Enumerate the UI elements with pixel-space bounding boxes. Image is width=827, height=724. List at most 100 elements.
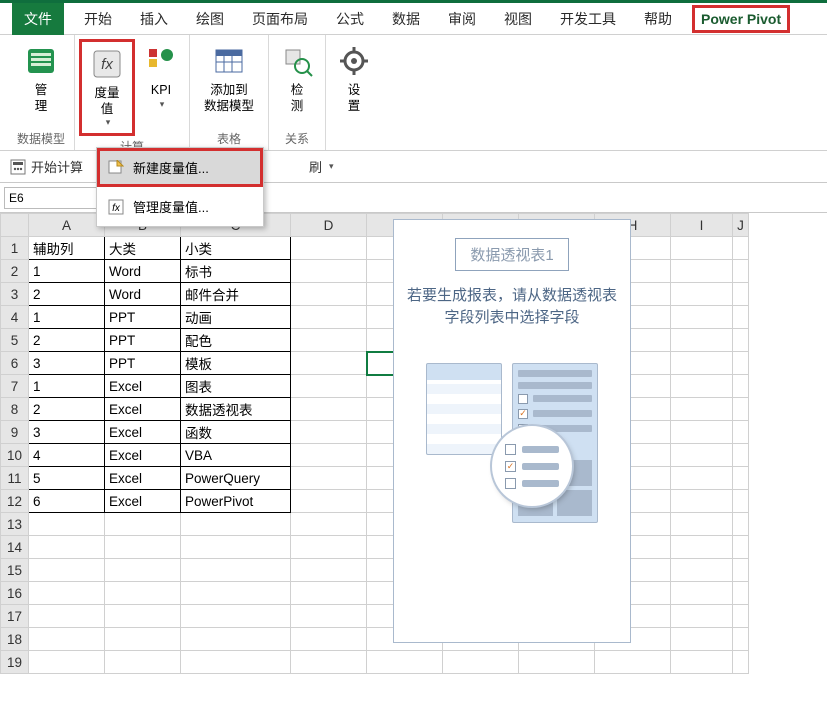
cell[interactable]: 模板	[181, 352, 291, 375]
row-header[interactable]: 12	[1, 490, 29, 513]
row-header[interactable]: 14	[1, 536, 29, 559]
measures-button[interactable]: fx 度量 值 ▾	[79, 39, 135, 136]
database-icon	[23, 43, 59, 79]
new-measure-item[interactable]: 新建度量值...	[97, 148, 263, 187]
row-header[interactable]: 1	[1, 237, 29, 260]
cell[interactable]: 5	[29, 467, 105, 490]
cell[interactable]: 函数	[181, 421, 291, 444]
manage-data-model-button[interactable]: 管 理	[12, 39, 70, 118]
kpi-icon	[143, 43, 179, 79]
cell[interactable]: 1	[29, 306, 105, 329]
row-header[interactable]: 7	[1, 375, 29, 398]
tab-power-pivot[interactable]: Power Pivot	[692, 5, 790, 33]
row-header[interactable]: 8	[1, 398, 29, 421]
cell[interactable]: 1	[29, 375, 105, 398]
cell[interactable]: Excel	[105, 444, 181, 467]
row-header[interactable]: 13	[1, 513, 29, 536]
cell[interactable]: 6	[29, 490, 105, 513]
tab-draw[interactable]: 绘图	[188, 3, 232, 35]
cell[interactable]: 1	[29, 260, 105, 283]
cell[interactable]: Excel	[105, 421, 181, 444]
menu-tabs: 文件 开始 插入 绘图 页面布局 公式 数据 审阅 视图 开发工具 帮助 Pow…	[0, 3, 827, 35]
cell[interactable]: 动画	[181, 306, 291, 329]
row-header[interactable]: 9	[1, 421, 29, 444]
detect-button[interactable]: 检 测	[273, 39, 321, 118]
manage-label: 管 理	[35, 83, 48, 114]
add-to-data-model-button[interactable]: 添加到 数据模型	[194, 39, 264, 118]
row-header[interactable]: 16	[1, 582, 29, 605]
tab-view[interactable]: 视图	[496, 3, 540, 35]
tab-page-layout[interactable]: 页面布局	[244, 3, 316, 35]
detect-icon	[279, 43, 315, 79]
cell[interactable]: Excel	[105, 490, 181, 513]
spreadsheet-grid[interactable]: A B C D E F G H I J 1辅助列大类小类 21Word标书 32…	[0, 213, 827, 674]
svg-text:fx: fx	[101, 56, 113, 73]
start-calc-button[interactable]: 开始计算	[10, 157, 83, 176]
tab-insert[interactable]: 插入	[132, 3, 176, 35]
row-header[interactable]: 19	[1, 651, 29, 674]
cell[interactable]: 2	[29, 283, 105, 306]
cell[interactable]: Word	[105, 283, 181, 306]
settings-label: 设 置	[348, 83, 361, 114]
measures-label: 度量 值	[94, 86, 119, 117]
col-header-i[interactable]: I	[671, 214, 733, 237]
pivot-title: 数据透视表1	[455, 238, 568, 271]
col-header-a[interactable]: A	[29, 214, 105, 237]
row-header[interactable]: 15	[1, 559, 29, 582]
col-header-d[interactable]: D	[291, 214, 367, 237]
cell[interactable]: VBA	[181, 444, 291, 467]
cell[interactable]: PPT	[105, 329, 181, 352]
tab-data[interactable]: 数据	[384, 3, 428, 35]
cell[interactable]: Excel	[105, 398, 181, 421]
row-header[interactable]: 6	[1, 352, 29, 375]
tab-home[interactable]: 开始	[76, 3, 120, 35]
cell[interactable]: PowerQuery	[181, 467, 291, 490]
cell[interactable]: 配色	[181, 329, 291, 352]
tab-developer[interactable]: 开发工具	[552, 3, 624, 35]
cell[interactable]: Excel	[105, 375, 181, 398]
cell[interactable]: 2	[29, 398, 105, 421]
chevron-down-icon: ▾	[106, 117, 111, 128]
cell[interactable]: Word	[105, 260, 181, 283]
group-rel-label: 关系	[285, 128, 309, 149]
cell[interactable]: 辅助列	[29, 237, 105, 260]
settings-button[interactable]: 设 置	[330, 39, 378, 118]
cell[interactable]: 数据透视表	[181, 398, 291, 421]
manage-icon: fx	[107, 198, 125, 216]
brush-item[interactable]: 刷 ▾	[309, 157, 334, 176]
tab-help[interactable]: 帮助	[636, 3, 680, 35]
new-measure-label: 新建度量值...	[133, 158, 209, 177]
cell[interactable]: PPT	[105, 306, 181, 329]
row-header[interactable]: 4	[1, 306, 29, 329]
cell[interactable]: 4	[29, 444, 105, 467]
col-header-j[interactable]: J	[733, 214, 749, 237]
cell[interactable]: 2	[29, 329, 105, 352]
cell[interactable]: 3	[29, 421, 105, 444]
row-header[interactable]: 11	[1, 467, 29, 490]
tab-review[interactable]: 审阅	[440, 3, 484, 35]
row-header[interactable]: 18	[1, 628, 29, 651]
kpi-button[interactable]: KPI ▾	[137, 39, 185, 136]
cell[interactable]: PowerPivot	[181, 490, 291, 513]
tab-formula[interactable]: 公式	[328, 3, 372, 35]
row-header[interactable]: 2	[1, 260, 29, 283]
cell[interactable]: 图表	[181, 375, 291, 398]
formula-input[interactable]	[215, 187, 827, 209]
cell[interactable]: PPT	[105, 352, 181, 375]
cell[interactable]: 3	[29, 352, 105, 375]
cell[interactable]: 大类	[105, 237, 181, 260]
cell[interactable]: 小类	[181, 237, 291, 260]
row-header[interactable]: 17	[1, 605, 29, 628]
row-header[interactable]: 10	[1, 444, 29, 467]
tab-file[interactable]: 文件	[12, 3, 64, 35]
select-all-corner[interactable]	[1, 214, 29, 237]
cell[interactable]: 邮件合并	[181, 283, 291, 306]
cell[interactable]: Excel	[105, 467, 181, 490]
manage-measures-item[interactable]: fx 管理度量值...	[97, 187, 263, 226]
add-model-label: 添加到 数据模型	[204, 83, 254, 114]
ribbon: 管 理 数据模型 fx 度量 值 ▾ KPI ▾ 计算	[0, 35, 827, 151]
group-datamodel-label: 数据模型	[17, 128, 65, 149]
row-header[interactable]: 3	[1, 283, 29, 306]
row-header[interactable]: 5	[1, 329, 29, 352]
cell[interactable]: 标书	[181, 260, 291, 283]
